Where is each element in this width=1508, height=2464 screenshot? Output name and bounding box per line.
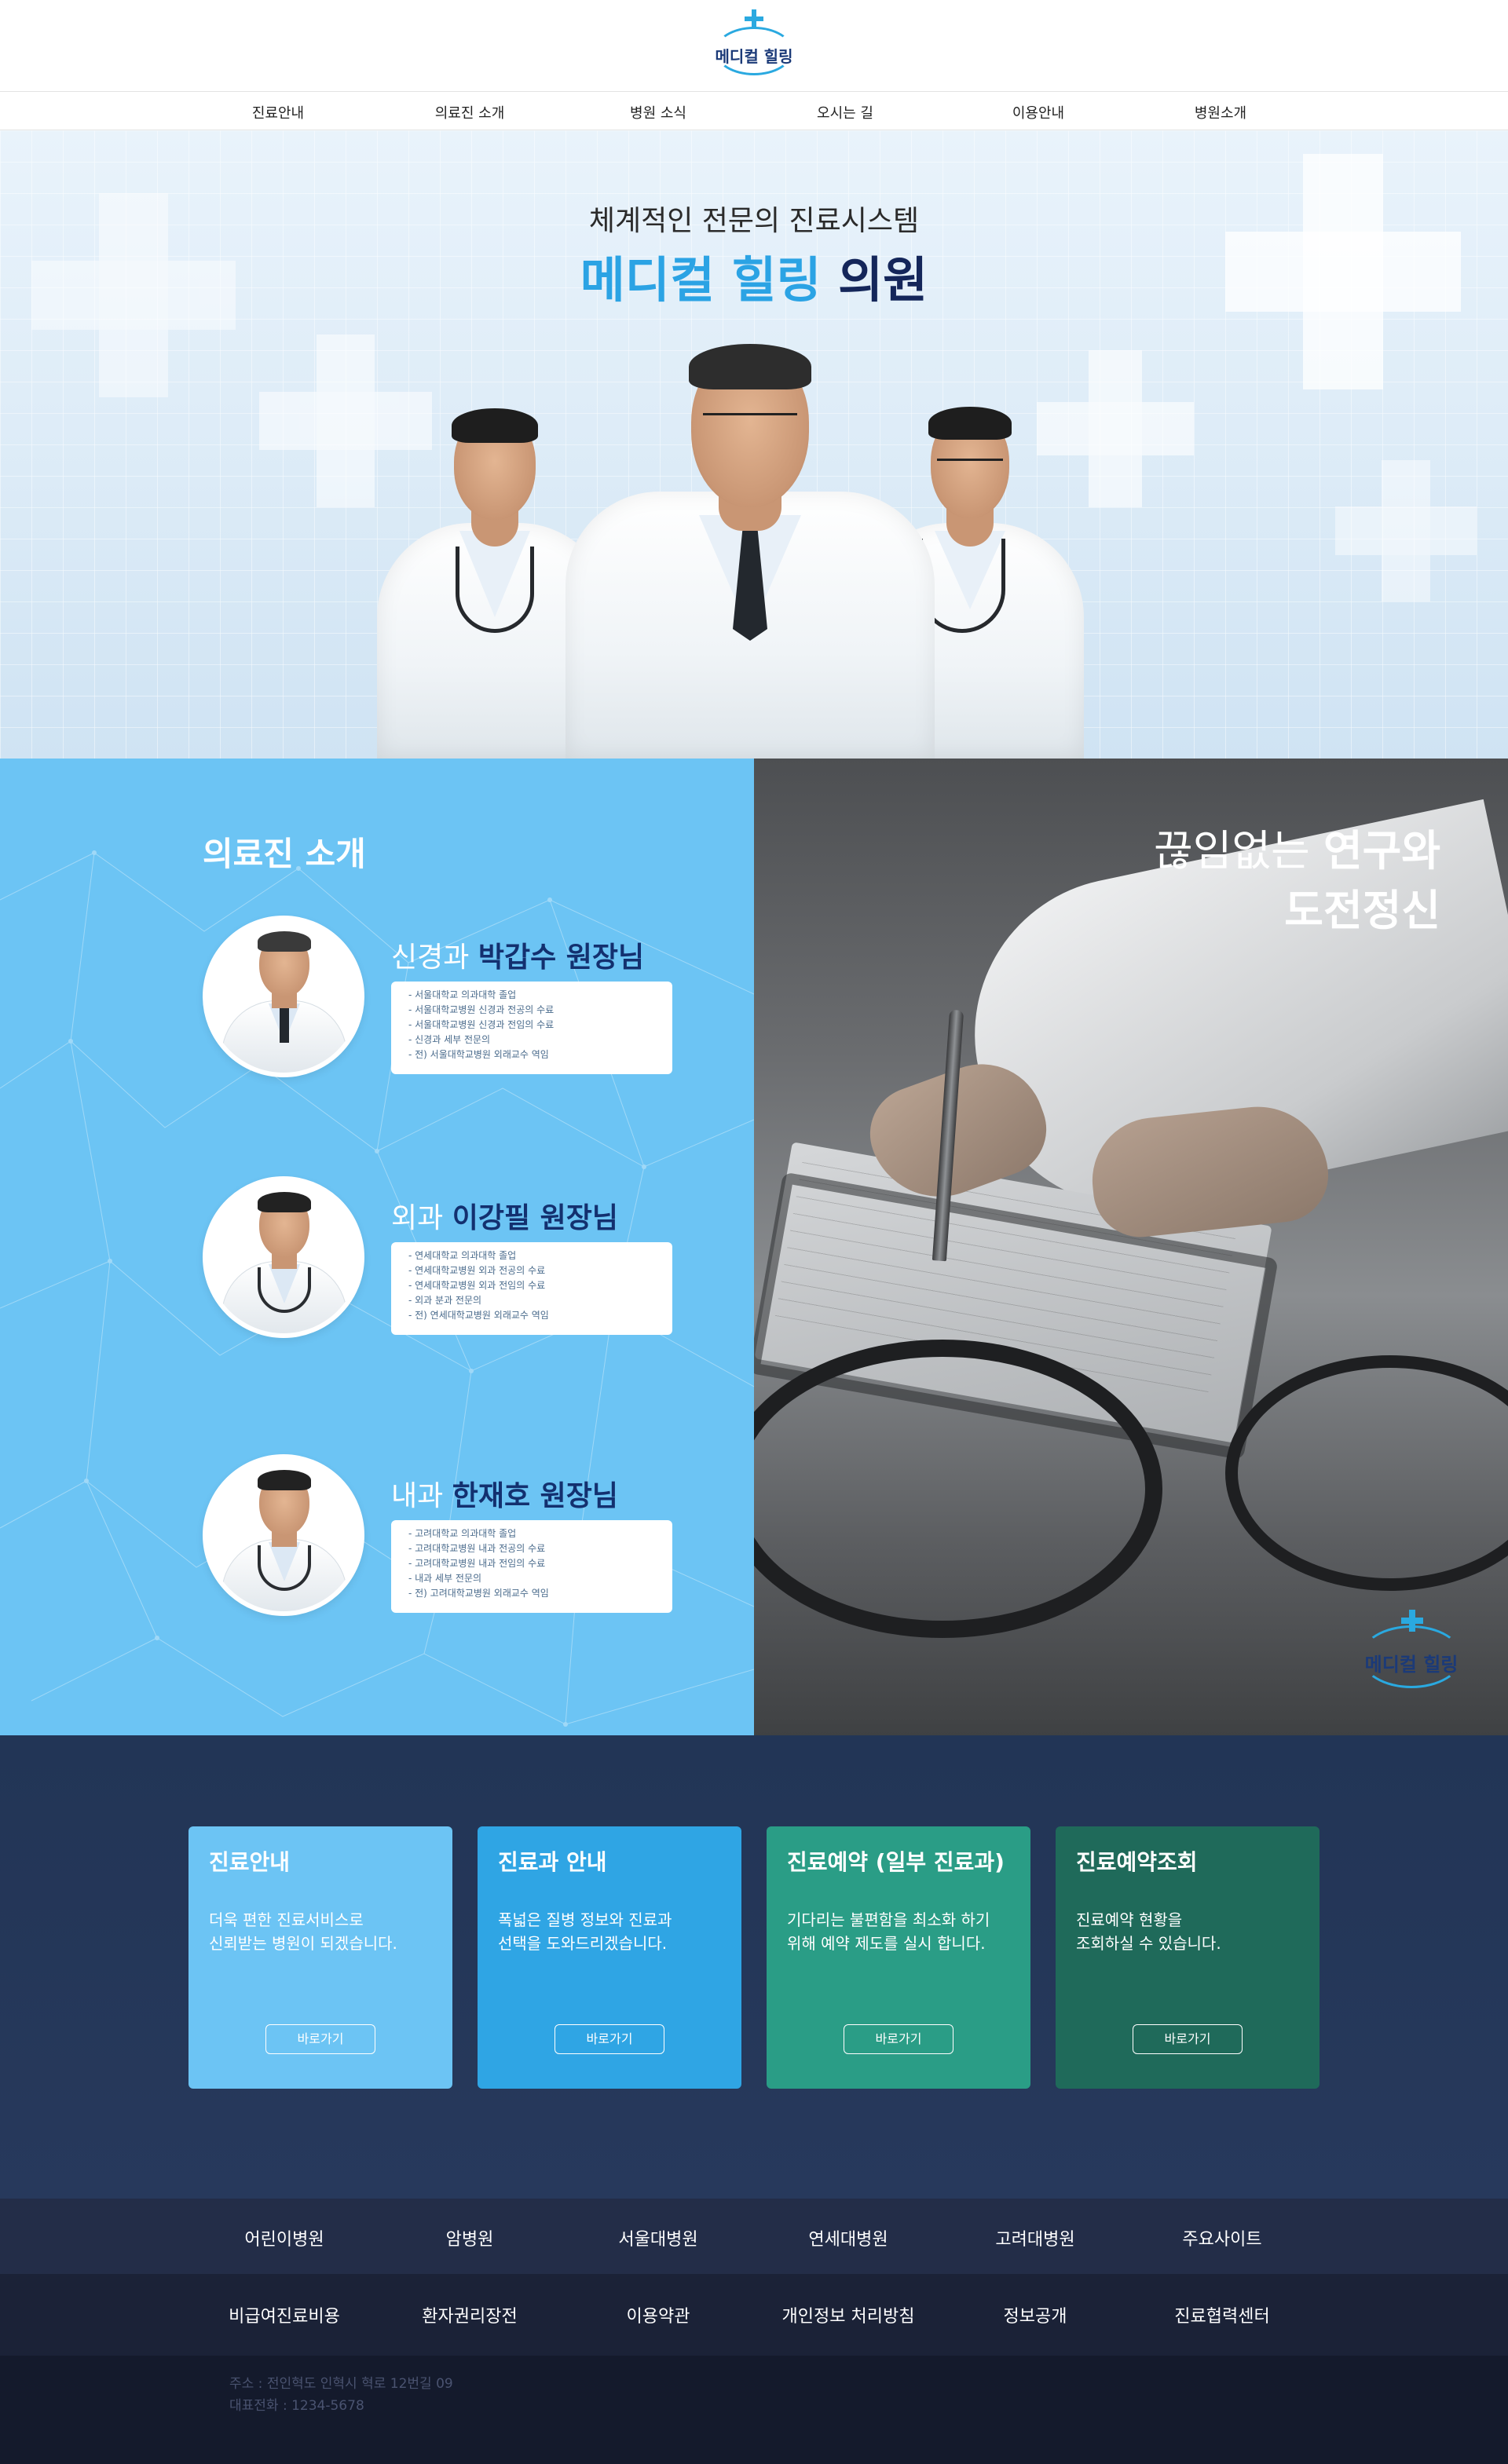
- site-link[interactable]: 연세대병원: [770, 2225, 927, 2250]
- doctor-bio: - 연세대학교 의과대학 졸업 - 연세대학교병원 외과 전공의 수료 - 연세…: [391, 1242, 672, 1335]
- hero-banner: 체계적인 전문의 진료시스템 메디컬 힐링 의원: [0, 130, 1508, 759]
- service-card: 진료예약조회 진료예약 현황을 조회하실 수 있습니다. 바로가기: [1056, 1826, 1320, 2089]
- site-link[interactable]: 주요사이트: [1144, 2225, 1301, 2250]
- bg-cross-icon: [1335, 460, 1477, 601]
- bio-line: - 전) 고려대학교병원 외래교수 역임: [408, 1588, 549, 1599]
- doctor-bio: - 고려대학교 의과대학 졸업 - 고려대학교병원 내과 전공의 수료 - 고려…: [391, 1520, 672, 1613]
- service-card: 진료예약 (일부 진료과) 기다리는 불편함을 최소화 하기 위해 예약 제도를…: [767, 1826, 1030, 2089]
- nav-item-usage-guide[interactable]: 이용안내: [975, 102, 1101, 122]
- research-logo: 메디컬 힐링: [1352, 1610, 1470, 1696]
- service-title: 진료안내: [209, 1849, 291, 1875]
- nav-item-directions[interactable]: 오시는 길: [782, 102, 908, 122]
- research-title: 끊임없는 연구와 도전정신: [1154, 826, 1440, 935]
- bio-line: - 서울대학교 의과대학 졸업: [408, 989, 517, 1000]
- footer-link[interactable]: 진료협력센터: [1144, 2302, 1301, 2327]
- doctor-bio: - 서울대학교 의과대학 졸업 - 서울대학교병원 신경과 전공의 수료 - 서…: [391, 982, 672, 1074]
- go-button[interactable]: 바로가기: [844, 2024, 953, 2054]
- footer-link[interactable]: 비급여진료비용: [206, 2302, 363, 2327]
- doctor-card: 내과 한재호 원장님 - 고려대학교 의과대학 졸업 - 고려대학교병원 내과 …: [203, 1454, 674, 1651]
- service-title: 진료과 안내: [498, 1849, 607, 1875]
- service-card: 진료과 안내 폭넓은 질병 정보와 진료과 선택을 도와드리겠습니다. 바로가기: [478, 1826, 741, 2089]
- service-title: 진료예약조회: [1076, 1849, 1198, 1875]
- bio-line: - 내과 세부 전문의: [408, 1573, 482, 1584]
- service-card: 진료안내 더욱 편한 진료서비스로 신뢰받는 병원이 되겠습니다. 바로가기: [188, 1826, 452, 2089]
- site-link[interactable]: 어린이병원: [206, 2225, 363, 2250]
- footer-info: 주소 : 전인혁도 인혁시 혁로 12번길 09 대표전화 : 1234-567…: [0, 2356, 1508, 2464]
- footer-links-bar: 비급여진료비용 환자권리장전 이용약관 개인정보 처리방침 정보공개 진료협력센…: [0, 2274, 1508, 2356]
- doctor-portrait: [203, 1454, 364, 1616]
- service-desc: 폭넓은 질병 정보와 진료과 선택을 도와드리겠습니다.: [498, 1910, 672, 1953]
- bio-line: - 전) 연세대학교병원 외래교수 역임: [408, 1310, 549, 1321]
- go-button[interactable]: 바로가기: [265, 2024, 375, 2054]
- nav-item-news[interactable]: 병원 소식: [595, 102, 721, 122]
- main-nav: 진료안내 의료진 소개 병원 소식 오시는 길 이용안내 병원소개: [0, 91, 1508, 130]
- doctor-card: 신경과 박갑수 원장님 - 서울대학교 의과대학 졸업 - 서울대학교병원 신경…: [203, 916, 674, 1112]
- hero-title-accent: 메디컬 힐링: [580, 251, 822, 309]
- doctor-dept: 내과: [391, 1480, 444, 1512]
- doctor-portrait: [203, 916, 364, 1077]
- doctor-name-text: 한재호 원장님: [452, 1480, 618, 1512]
- bio-line: - 신경과 세부 전문의: [408, 1034, 491, 1045]
- bio-line: - 고려대학교병원 내과 전임의 수료: [408, 1558, 546, 1569]
- doctor-card: 외과 이강필 원장님 - 연세대학교 의과대학 졸업 - 연세대학교병원 외과 …: [203, 1176, 674, 1373]
- site-link[interactable]: 고려대병원: [957, 2225, 1114, 2250]
- bio-line: - 서울대학교병원 신경과 전공의 수료: [408, 1004, 555, 1015]
- research-logo-text: 메디컬 힐링: [1364, 1654, 1459, 1676]
- doctor-dept: 외과: [391, 1202, 444, 1234]
- staff-section-title: 의료진 소개: [203, 835, 366, 873]
- bio-line: - 외과 분과 전문의: [408, 1295, 482, 1306]
- bio-line: - 전) 서울대학교병원 외래교수 역임: [408, 1049, 549, 1060]
- nav-item-about[interactable]: 병원소개: [1158, 102, 1283, 122]
- nav-item-treatment-info[interactable]: 진료안내: [215, 102, 341, 122]
- footer-link[interactable]: 정보공개: [957, 2302, 1114, 2327]
- stethoscope-image: [1225, 1355, 1508, 1591]
- bio-line: - 연세대학교 의과대학 졸업: [408, 1250, 517, 1261]
- go-button[interactable]: 바로가기: [555, 2024, 664, 2054]
- doctor-portrait: [203, 1176, 364, 1338]
- site-link[interactable]: 서울대병원: [580, 2225, 737, 2250]
- hero-title-main: 의원: [838, 251, 928, 309]
- footer-link[interactable]: 개인정보 처리방침: [770, 2302, 927, 2327]
- research-panel: 끊임없는 연구와 도전정신 메디컬 힐링: [754, 759, 1508, 1735]
- bio-line: - 고려대학교병원 내과 전공의 수료: [408, 1543, 546, 1554]
- site-link[interactable]: 암병원: [391, 2225, 548, 2250]
- doctor-name: 신경과 박갑수 원장님: [391, 934, 644, 975]
- service-desc: 기다리는 불편함을 최소화 하기 위해 예약 제도를 실시 합니다.: [787, 1910, 990, 1953]
- doctor-dept: 신경과: [391, 941, 470, 974]
- site-header: 메디컬 힐링: [0, 0, 1508, 91]
- hero-title: 메디컬 힐링 의원: [0, 240, 1508, 311]
- bio-line: - 연세대학교병원 외과 전임의 수료: [408, 1280, 546, 1291]
- bio-line: - 연세대학교병원 외과 전공의 수료: [408, 1265, 546, 1276]
- bio-line: - 고려대학교 의과대학 졸업: [408, 1528, 517, 1539]
- doctor-name: 외과 이강필 원장님: [391, 1195, 618, 1236]
- service-desc: 진료예약 현황을 조회하실 수 있습니다.: [1076, 1910, 1221, 1953]
- doctor-name-text: 박갑수 원장님: [478, 941, 645, 974]
- doctor-name: 내과 한재호 원장님: [391, 1473, 618, 1514]
- staff-section: 의료진 소개 신경과 박갑수 원장님 - 서울대학교 의과대학 졸업 - 서울대…: [0, 759, 754, 1735]
- doctor-photo-center: [566, 342, 935, 759]
- doctor-name-text: 이강필 원장님: [452, 1202, 618, 1234]
- nav-item-doctors[interactable]: 의료진 소개: [407, 102, 533, 122]
- footer-phone: 대표전화 : 1234-5678: [229, 2398, 364, 2414]
- hero-subtitle: 체계적인 전문의 진료시스템: [588, 205, 920, 237]
- service-title: 진료예약 (일부 진료과): [787, 1849, 1005, 1875]
- logo-text: 메디컬 힐링: [715, 47, 793, 66]
- services-section: 진료안내 더욱 편한 진료서비스로 신뢰받는 병원이 되겠습니다. 바로가기 진…: [0, 1735, 1508, 2199]
- footer-link[interactable]: 환자권리장전: [391, 2302, 548, 2327]
- logo[interactable]: 메디컬 힐링: [707, 9, 801, 77]
- footer-address-block: 주소 : 전인혁도 인혁시 혁로 12번길 09 대표전화 : 1234-567…: [229, 2373, 453, 2417]
- footer-address: 주소 : 전인혁도 인혁시 혁로 12번길 09: [229, 2376, 453, 2392]
- bio-line: - 서울대학교병원 신경과 전임의 수료: [408, 1019, 555, 1030]
- go-button[interactable]: 바로가기: [1133, 2024, 1243, 2054]
- related-sites-bar: 어린이병원 암병원 서울대병원 연세대병원 고려대병원 주요사이트: [0, 2199, 1508, 2274]
- medical-cross-icon: [745, 9, 763, 28]
- service-desc: 더욱 편한 진료서비스로 신뢰받는 병원이 되겠습니다.: [209, 1910, 397, 1953]
- footer-link[interactable]: 이용약관: [580, 2302, 737, 2327]
